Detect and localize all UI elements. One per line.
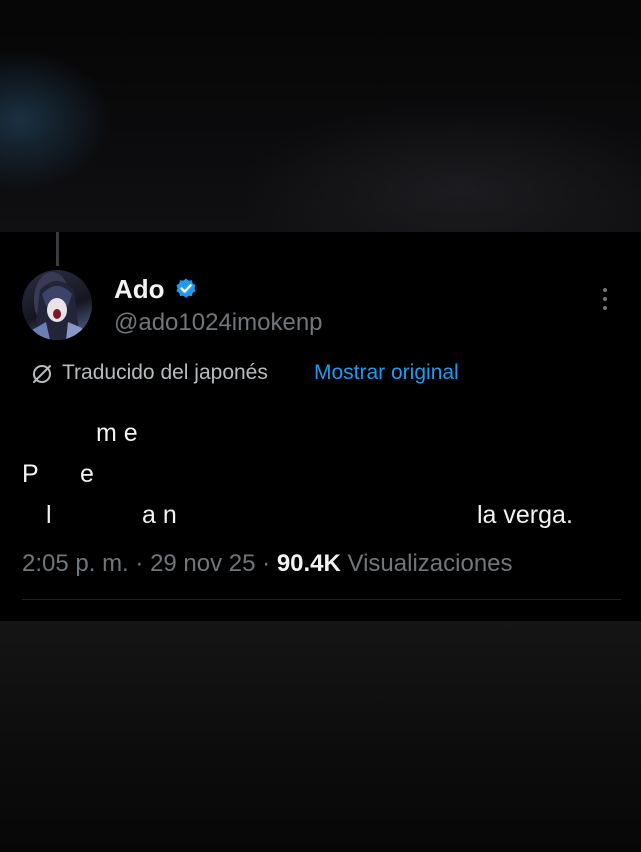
meta-separator: · xyxy=(255,550,277,577)
tweet-date[interactable]: 29 nov 25 xyxy=(150,550,255,577)
meta-separator: · xyxy=(128,550,151,577)
translate-icon xyxy=(33,365,51,383)
divider xyxy=(22,599,621,600)
show-original-link[interactable]: Mostrar original xyxy=(314,361,459,385)
author-name[interactable]: Ado xyxy=(114,274,165,305)
tweet-text-fragment: P xyxy=(22,460,39,488)
author-handle[interactable]: @ado1024imokenp xyxy=(114,309,323,337)
views-label[interactable]: Visualizaciones xyxy=(341,550,513,577)
tweet-text-fragment: la verga. xyxy=(477,501,573,529)
avatar-illustration xyxy=(30,281,84,340)
tweet-text-fragment: e xyxy=(80,460,94,488)
tweet-text-fragment: l xyxy=(46,501,52,529)
tweet-text-fragment: m e xyxy=(96,419,138,447)
tweet-time[interactable]: 2:05 p. m. xyxy=(22,550,129,577)
tweet-card[interactable]: Ado @ado1024imokenp Traducido del japoné… xyxy=(0,232,641,621)
avatar[interactable] xyxy=(22,270,92,340)
blurred-background-bottom xyxy=(0,621,641,852)
more-options-icon[interactable] xyxy=(596,288,614,316)
tweet-metadata: 2:05 p. m. · 29 nov 25 · 90.4K Visualiza… xyxy=(22,550,513,578)
translated-from-label: Traducido del japonés xyxy=(62,361,268,384)
verified-badge-icon xyxy=(176,278,196,298)
views-count[interactable]: 90.4K xyxy=(277,550,341,577)
tweet-text-fragment: a n xyxy=(142,501,177,529)
thread-connector-line xyxy=(56,232,59,266)
blurred-background-top xyxy=(0,0,641,232)
